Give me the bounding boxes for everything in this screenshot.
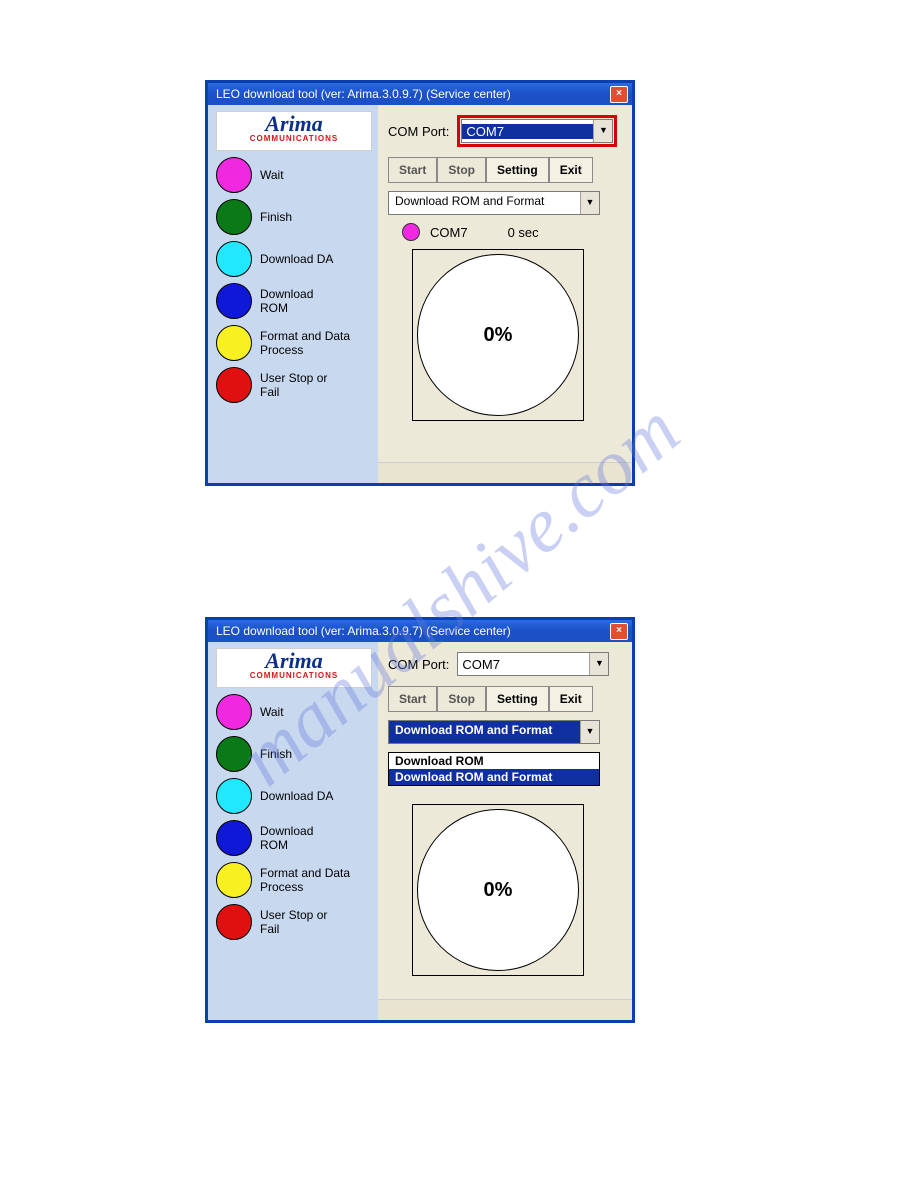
- progress-circle: 0%: [417, 809, 579, 971]
- dot-icon: [216, 904, 252, 940]
- start-button[interactable]: Start: [388, 686, 437, 712]
- exit-button[interactable]: Exit: [549, 157, 593, 183]
- legend-finish: Finish: [216, 736, 372, 772]
- legend-finish: Finish: [216, 199, 372, 235]
- mode-dropdown-list[interactable]: Download ROM Download ROM and Format: [388, 752, 600, 786]
- status-port: COM7: [430, 225, 468, 240]
- legend-format: Format and Data Process: [216, 325, 372, 361]
- dot-icon: [216, 820, 252, 856]
- legend-label: Finish: [260, 747, 292, 761]
- legend-fail: User Stop or Fail: [216, 367, 372, 403]
- legend-label: Download DA: [260, 789, 340, 803]
- com-port-value: COM7: [458, 657, 589, 672]
- progress-circle: 0%: [417, 254, 579, 416]
- mode-value: Download ROM and Format: [389, 721, 580, 743]
- legend-download-rom: Download ROM: [216, 820, 372, 856]
- toolbar: Start Stop Setting Exit: [388, 686, 622, 712]
- status-dot-icon: [402, 223, 420, 241]
- chevron-down-icon[interactable]: ▼: [580, 721, 599, 743]
- mode-select[interactable]: Download ROM and Format ▼: [388, 720, 600, 744]
- chevron-down-icon[interactable]: ▼: [593, 120, 612, 142]
- stop-button[interactable]: Stop: [437, 157, 486, 183]
- stop-button[interactable]: Stop: [437, 686, 486, 712]
- dot-icon: [216, 157, 252, 193]
- logo: Arima COMMUNICATIONS: [216, 111, 372, 151]
- titlebar: LEO download tool (ver: Arima.3.0.9.7) (…: [208, 620, 632, 642]
- progress-frame: 0%: [412, 249, 584, 421]
- legend-label: Download ROM: [260, 824, 340, 852]
- main-panel: COM Port: COM7 ▼ Start Stop Setting Exit…: [378, 105, 632, 483]
- legend-label: Wait: [260, 168, 284, 182]
- com-port-highlight: COM7 ▼: [457, 115, 617, 147]
- dot-icon: [216, 778, 252, 814]
- legend-label: User Stop or Fail: [260, 908, 350, 936]
- app-window-2: LEO download tool (ver: Arima.3.0.9.7) (…: [205, 617, 635, 1023]
- toolbar: Start Stop Setting Exit: [388, 157, 622, 183]
- close-icon[interactable]: ×: [610, 86, 628, 103]
- setting-button[interactable]: Setting: [486, 686, 549, 712]
- legend-label: Download ROM: [260, 287, 340, 315]
- mode-value: Download ROM and Format: [389, 192, 580, 214]
- sidebar: Arima COMMUNICATIONS Wait Finish Downloa…: [208, 105, 378, 483]
- com-port-label: COM Port:: [388, 124, 449, 139]
- app-window-1: LEO download tool (ver: Arima.3.0.9.7) (…: [205, 80, 635, 486]
- dot-icon: [216, 199, 252, 235]
- sidebar: Arima COMMUNICATIONS Wait Finish Downloa…: [208, 642, 378, 1020]
- logo: Arima COMMUNICATIONS: [216, 648, 372, 688]
- progress-text: 0%: [484, 879, 513, 902]
- window-title: LEO download tool (ver: Arima.3.0.9.7) (…: [216, 87, 511, 101]
- legend-label: Format and Data Process: [260, 866, 360, 894]
- start-button[interactable]: Start: [388, 157, 437, 183]
- status-time: 0 sec: [508, 225, 539, 240]
- mode-option-download-rom[interactable]: Download ROM: [389, 753, 599, 769]
- logo-subtext: COMMUNICATIONS: [217, 671, 371, 680]
- titlebar: LEO download tool (ver: Arima.3.0.9.7) (…: [208, 83, 632, 105]
- window-title: LEO download tool (ver: Arima.3.0.9.7) (…: [216, 624, 511, 638]
- legend-label: Format and Data Process: [260, 329, 360, 357]
- legend-download-da: Download DA: [216, 241, 372, 277]
- mode-select[interactable]: Download ROM and Format ▼: [388, 191, 600, 215]
- com-port-value: COM7: [462, 124, 593, 139]
- status-bar: [378, 462, 632, 483]
- progress-frame: 0%: [412, 804, 584, 976]
- chevron-down-icon[interactable]: ▼: [589, 653, 608, 675]
- setting-button[interactable]: Setting: [486, 157, 549, 183]
- mode-option-download-rom-format[interactable]: Download ROM and Format: [389, 769, 599, 785]
- legend-format: Format and Data Process: [216, 862, 372, 898]
- logo-brand: Arima: [217, 651, 371, 671]
- status-row: COM7 0 sec: [402, 223, 622, 241]
- status-bar: [378, 999, 632, 1020]
- com-port-label: COM Port:: [388, 657, 449, 672]
- legend-wait: Wait: [216, 694, 372, 730]
- dot-icon: [216, 862, 252, 898]
- legend-download-rom: Download ROM: [216, 283, 372, 319]
- dot-icon: [216, 241, 252, 277]
- legend-download-da: Download DA: [216, 778, 372, 814]
- legend-wait: Wait: [216, 157, 372, 193]
- dot-icon: [216, 283, 252, 319]
- logo-subtext: COMMUNICATIONS: [217, 134, 371, 143]
- dot-icon: [216, 367, 252, 403]
- logo-brand: Arima: [217, 114, 371, 134]
- legend-fail: User Stop or Fail: [216, 904, 372, 940]
- dot-icon: [216, 694, 252, 730]
- progress-text: 0%: [484, 324, 513, 347]
- exit-button[interactable]: Exit: [549, 686, 593, 712]
- legend-label: User Stop or Fail: [260, 371, 350, 399]
- dot-icon: [216, 736, 252, 772]
- dot-icon: [216, 325, 252, 361]
- chevron-down-icon[interactable]: ▼: [580, 192, 599, 214]
- legend-label: Finish: [260, 210, 292, 224]
- close-icon[interactable]: ×: [610, 623, 628, 640]
- main-panel: COM Port: COM7 ▼ Start Stop Setting Exit…: [378, 642, 632, 1020]
- com-port-select[interactable]: COM7 ▼: [457, 652, 609, 676]
- legend-label: Wait: [260, 705, 284, 719]
- com-port-select[interactable]: COM7 ▼: [461, 119, 613, 143]
- legend-label: Download DA: [260, 252, 340, 266]
